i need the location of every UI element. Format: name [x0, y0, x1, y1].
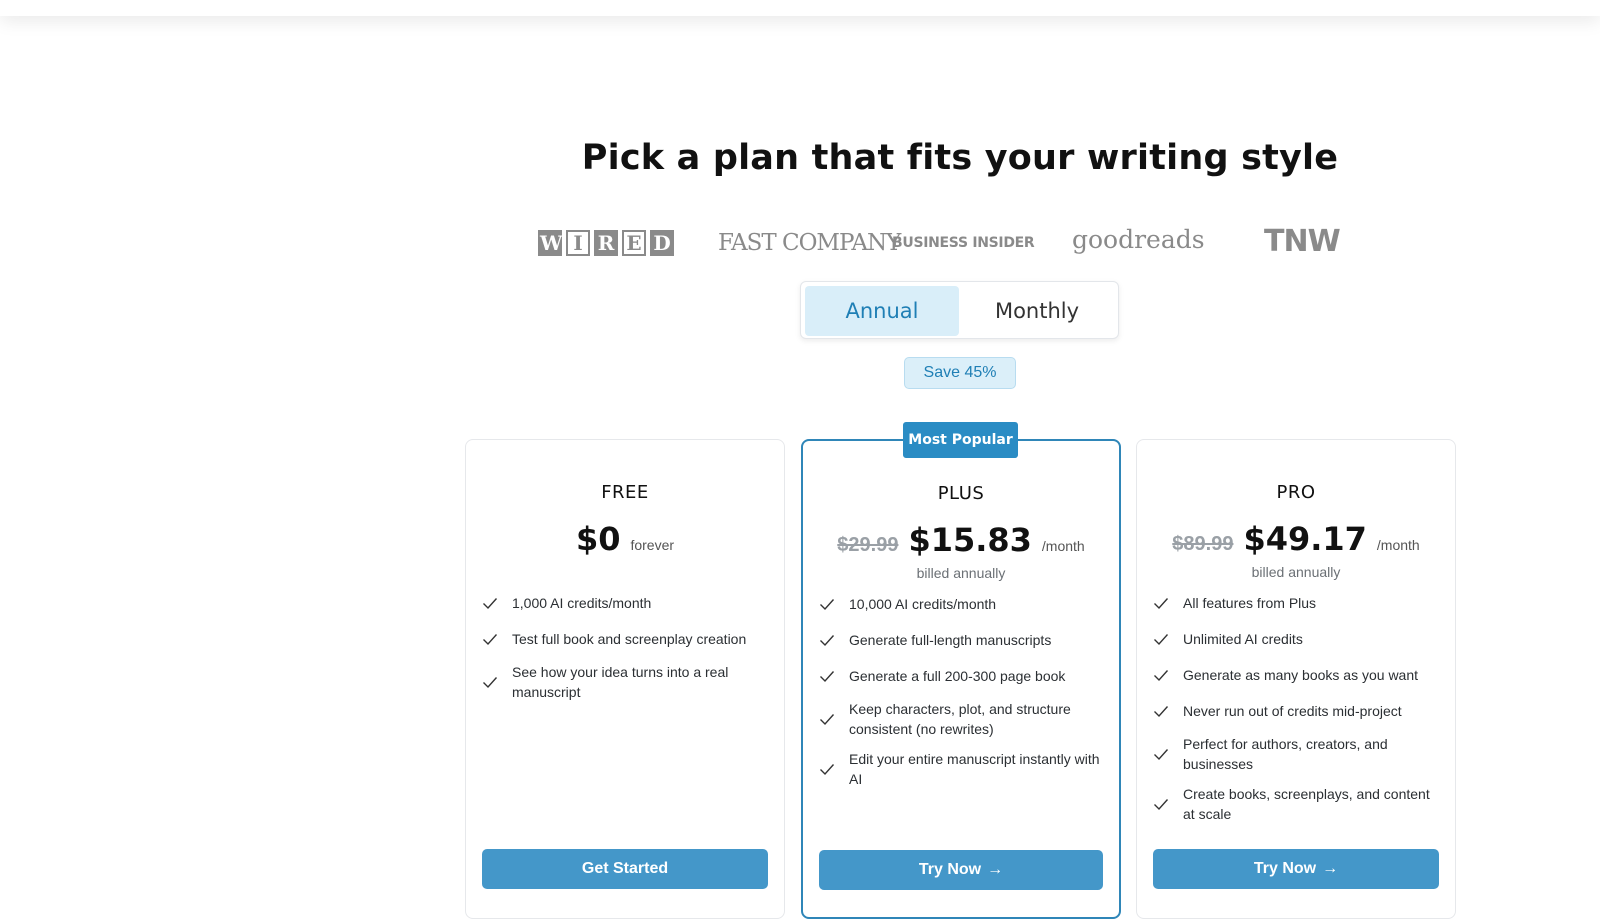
- feature-item: All features from Plus: [1153, 590, 1445, 616]
- billing-note: billed annually: [1251, 564, 1341, 580]
- plan-period: /month: [1376, 537, 1420, 553]
- price-row: $0 forever: [466, 520, 784, 558]
- plan-price: $49.17: [1243, 520, 1367, 558]
- feature-list: All features from Plus Unlimited AI cred…: [1153, 590, 1445, 834]
- check-icon: [1154, 598, 1169, 610]
- check-icon: [820, 714, 835, 726]
- billing-toggle: Annual Monthly: [800, 281, 1119, 339]
- feature-item: 1,000 AI credits/month: [482, 590, 774, 616]
- fast-company-logo: FAST COMPANY: [718, 230, 901, 256]
- billing-note: billed annually: [916, 565, 1006, 581]
- feature-item: Perfect for authors, creators, and busin…: [1153, 734, 1445, 774]
- feature-item: Test full book and screenplay creation: [482, 626, 774, 652]
- feature-item: Generate as many books as you want: [1153, 662, 1445, 688]
- plan-card-free: FREE $0 forever 1,000 AI credits/month T…: [465, 439, 785, 919]
- tnw-logo: TNW: [1264, 223, 1341, 259]
- check-icon: [1154, 634, 1169, 646]
- check-icon: [1154, 799, 1169, 811]
- try-now-button-plus[interactable]: Try Now →: [819, 850, 1103, 890]
- arrow-right-icon: →: [1322, 860, 1339, 877]
- arrow-right-icon: →: [987, 861, 1004, 878]
- page-title: Pick a plan that fits your writing style: [581, 138, 1339, 178]
- goodreads-logo: goodreads: [1072, 224, 1205, 254]
- wired-logo: W I R E D: [538, 228, 678, 258]
- get-started-button[interactable]: Get Started: [482, 849, 768, 889]
- feature-list: 1,000 AI credits/month Test full book an…: [482, 590, 774, 712]
- check-icon: [820, 599, 835, 611]
- old-price: $29.99: [837, 534, 899, 556]
- check-icon: [483, 598, 498, 610]
- top-navigation-bar: [0, 0, 1600, 16]
- plan-name: FREE: [601, 482, 649, 503]
- price-row: $29.99 $15.83 /month: [803, 521, 1119, 559]
- old-price: $89.99: [1172, 533, 1234, 555]
- feature-item: Generate a full 200-300 page book: [819, 663, 1109, 689]
- check-icon: [1154, 670, 1169, 682]
- feature-item: 10,000 AI credits/month: [819, 591, 1109, 617]
- feature-item: Unlimited AI credits: [1153, 626, 1445, 652]
- feature-item: Keep characters, plot, and structure con…: [819, 699, 1109, 739]
- feature-item: Generate full-length manuscripts: [819, 627, 1109, 653]
- check-icon: [483, 634, 498, 646]
- check-icon: [483, 677, 498, 689]
- plan-card-pro: PRO $89.99 $49.17 /month billed annually…: [1136, 439, 1456, 919]
- plan-name: PLUS: [937, 483, 985, 504]
- feature-item: Never run out of credits mid-project: [1153, 698, 1445, 724]
- feature-item: See how your idea turns into a real manu…: [482, 662, 774, 702]
- plan-card-plus: PLUS $29.99 $15.83 /month billed annuall…: [801, 439, 1121, 919]
- monthly-toggle-button[interactable]: Monthly: [960, 286, 1114, 336]
- plan-period: /month: [1041, 538, 1085, 554]
- annual-toggle-button[interactable]: Annual: [805, 286, 959, 336]
- try-now-button-pro[interactable]: Try Now →: [1153, 849, 1439, 889]
- feature-list: 10,000 AI credits/month Generate full-le…: [819, 591, 1109, 799]
- check-icon: [1154, 706, 1169, 718]
- feature-item: Edit your entire manuscript instantly wi…: [819, 749, 1109, 789]
- feature-item: Create books, screenplays, and content a…: [1153, 784, 1445, 824]
- plan-period: forever: [630, 537, 675, 553]
- plan-price: $0: [575, 520, 621, 558]
- most-popular-badge: Most Popular: [903, 422, 1018, 458]
- check-icon: [820, 671, 835, 683]
- plan-price: $15.83: [908, 521, 1032, 559]
- check-icon: [1154, 749, 1169, 761]
- business-insider-logo: BUSINESS INSIDER: [892, 235, 1035, 251]
- plan-name: PRO: [1276, 482, 1316, 503]
- save-badge: Save 45%: [904, 357, 1016, 389]
- check-icon: [820, 635, 835, 647]
- price-row: $89.99 $49.17 /month: [1137, 520, 1455, 558]
- check-icon: [820, 764, 835, 776]
